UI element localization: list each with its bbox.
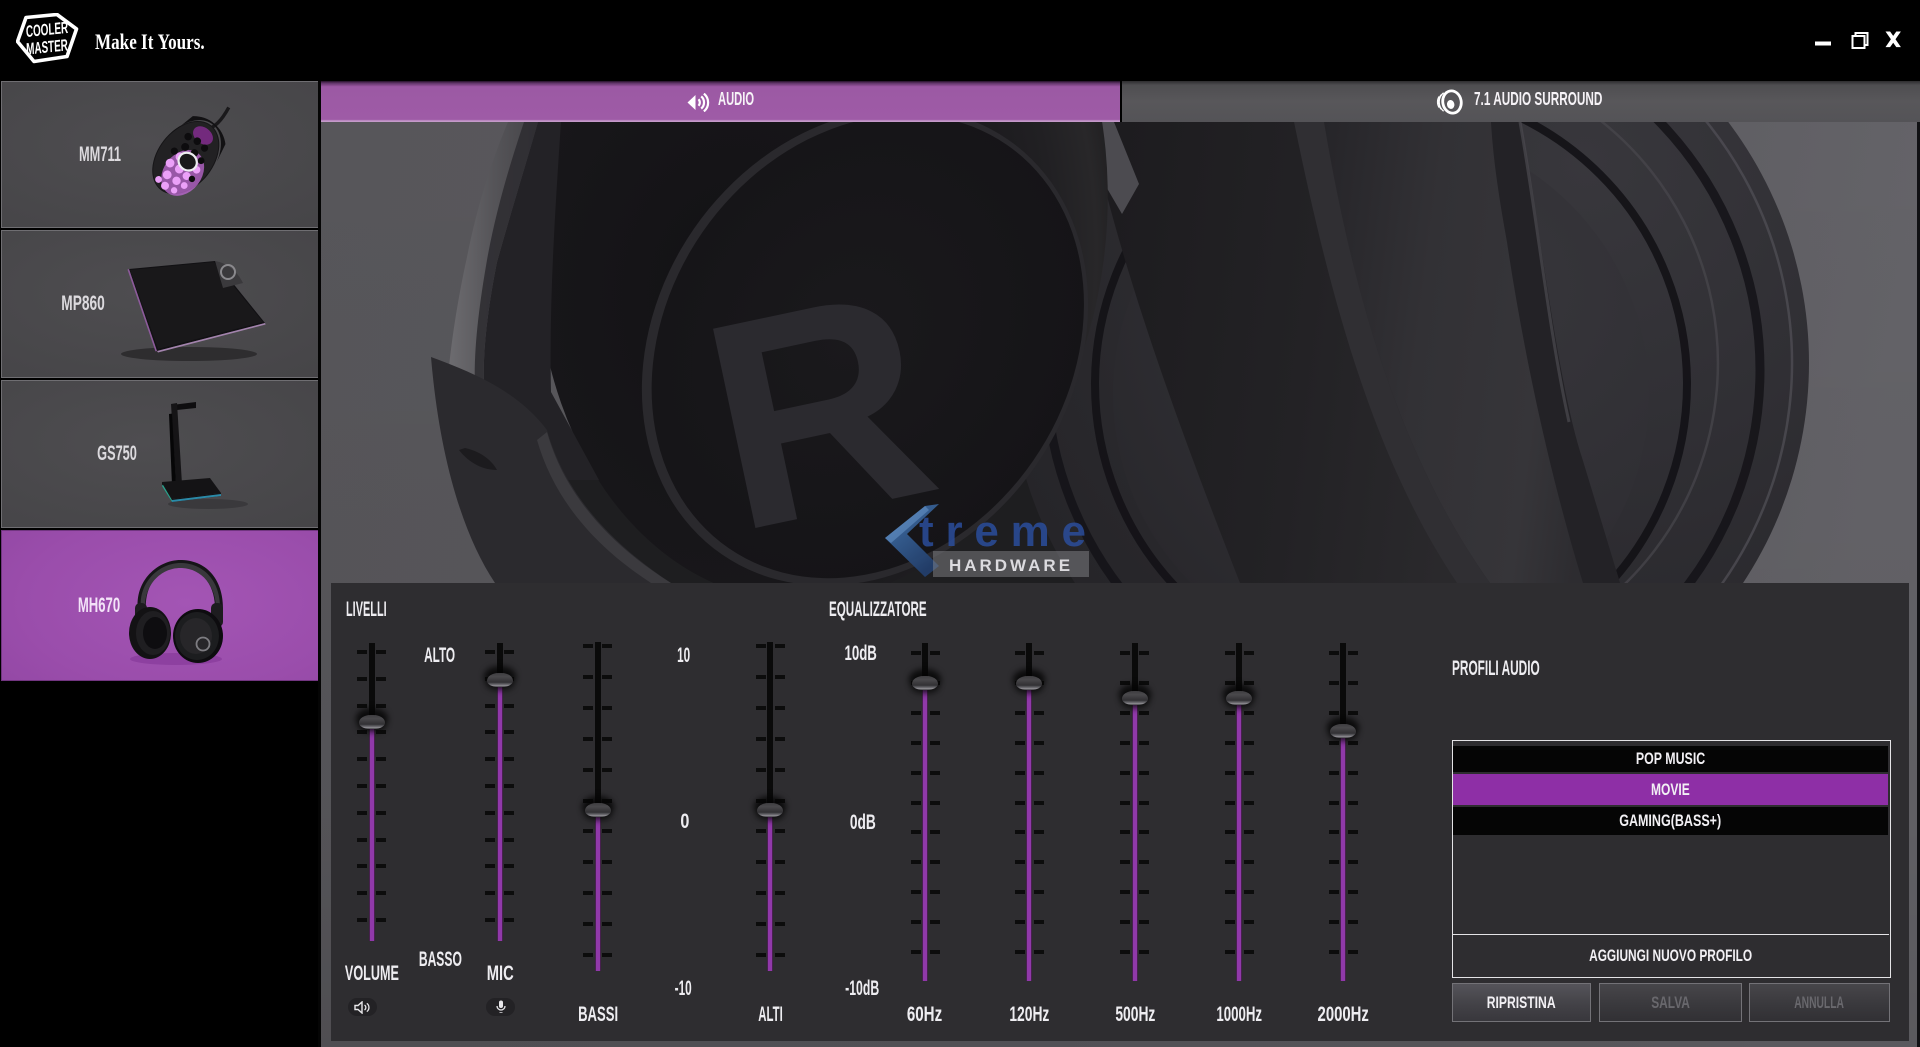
svg-text:HARDWARE: HARDWARE	[949, 556, 1073, 575]
svg-text:MASTER: MASTER	[26, 36, 68, 58]
